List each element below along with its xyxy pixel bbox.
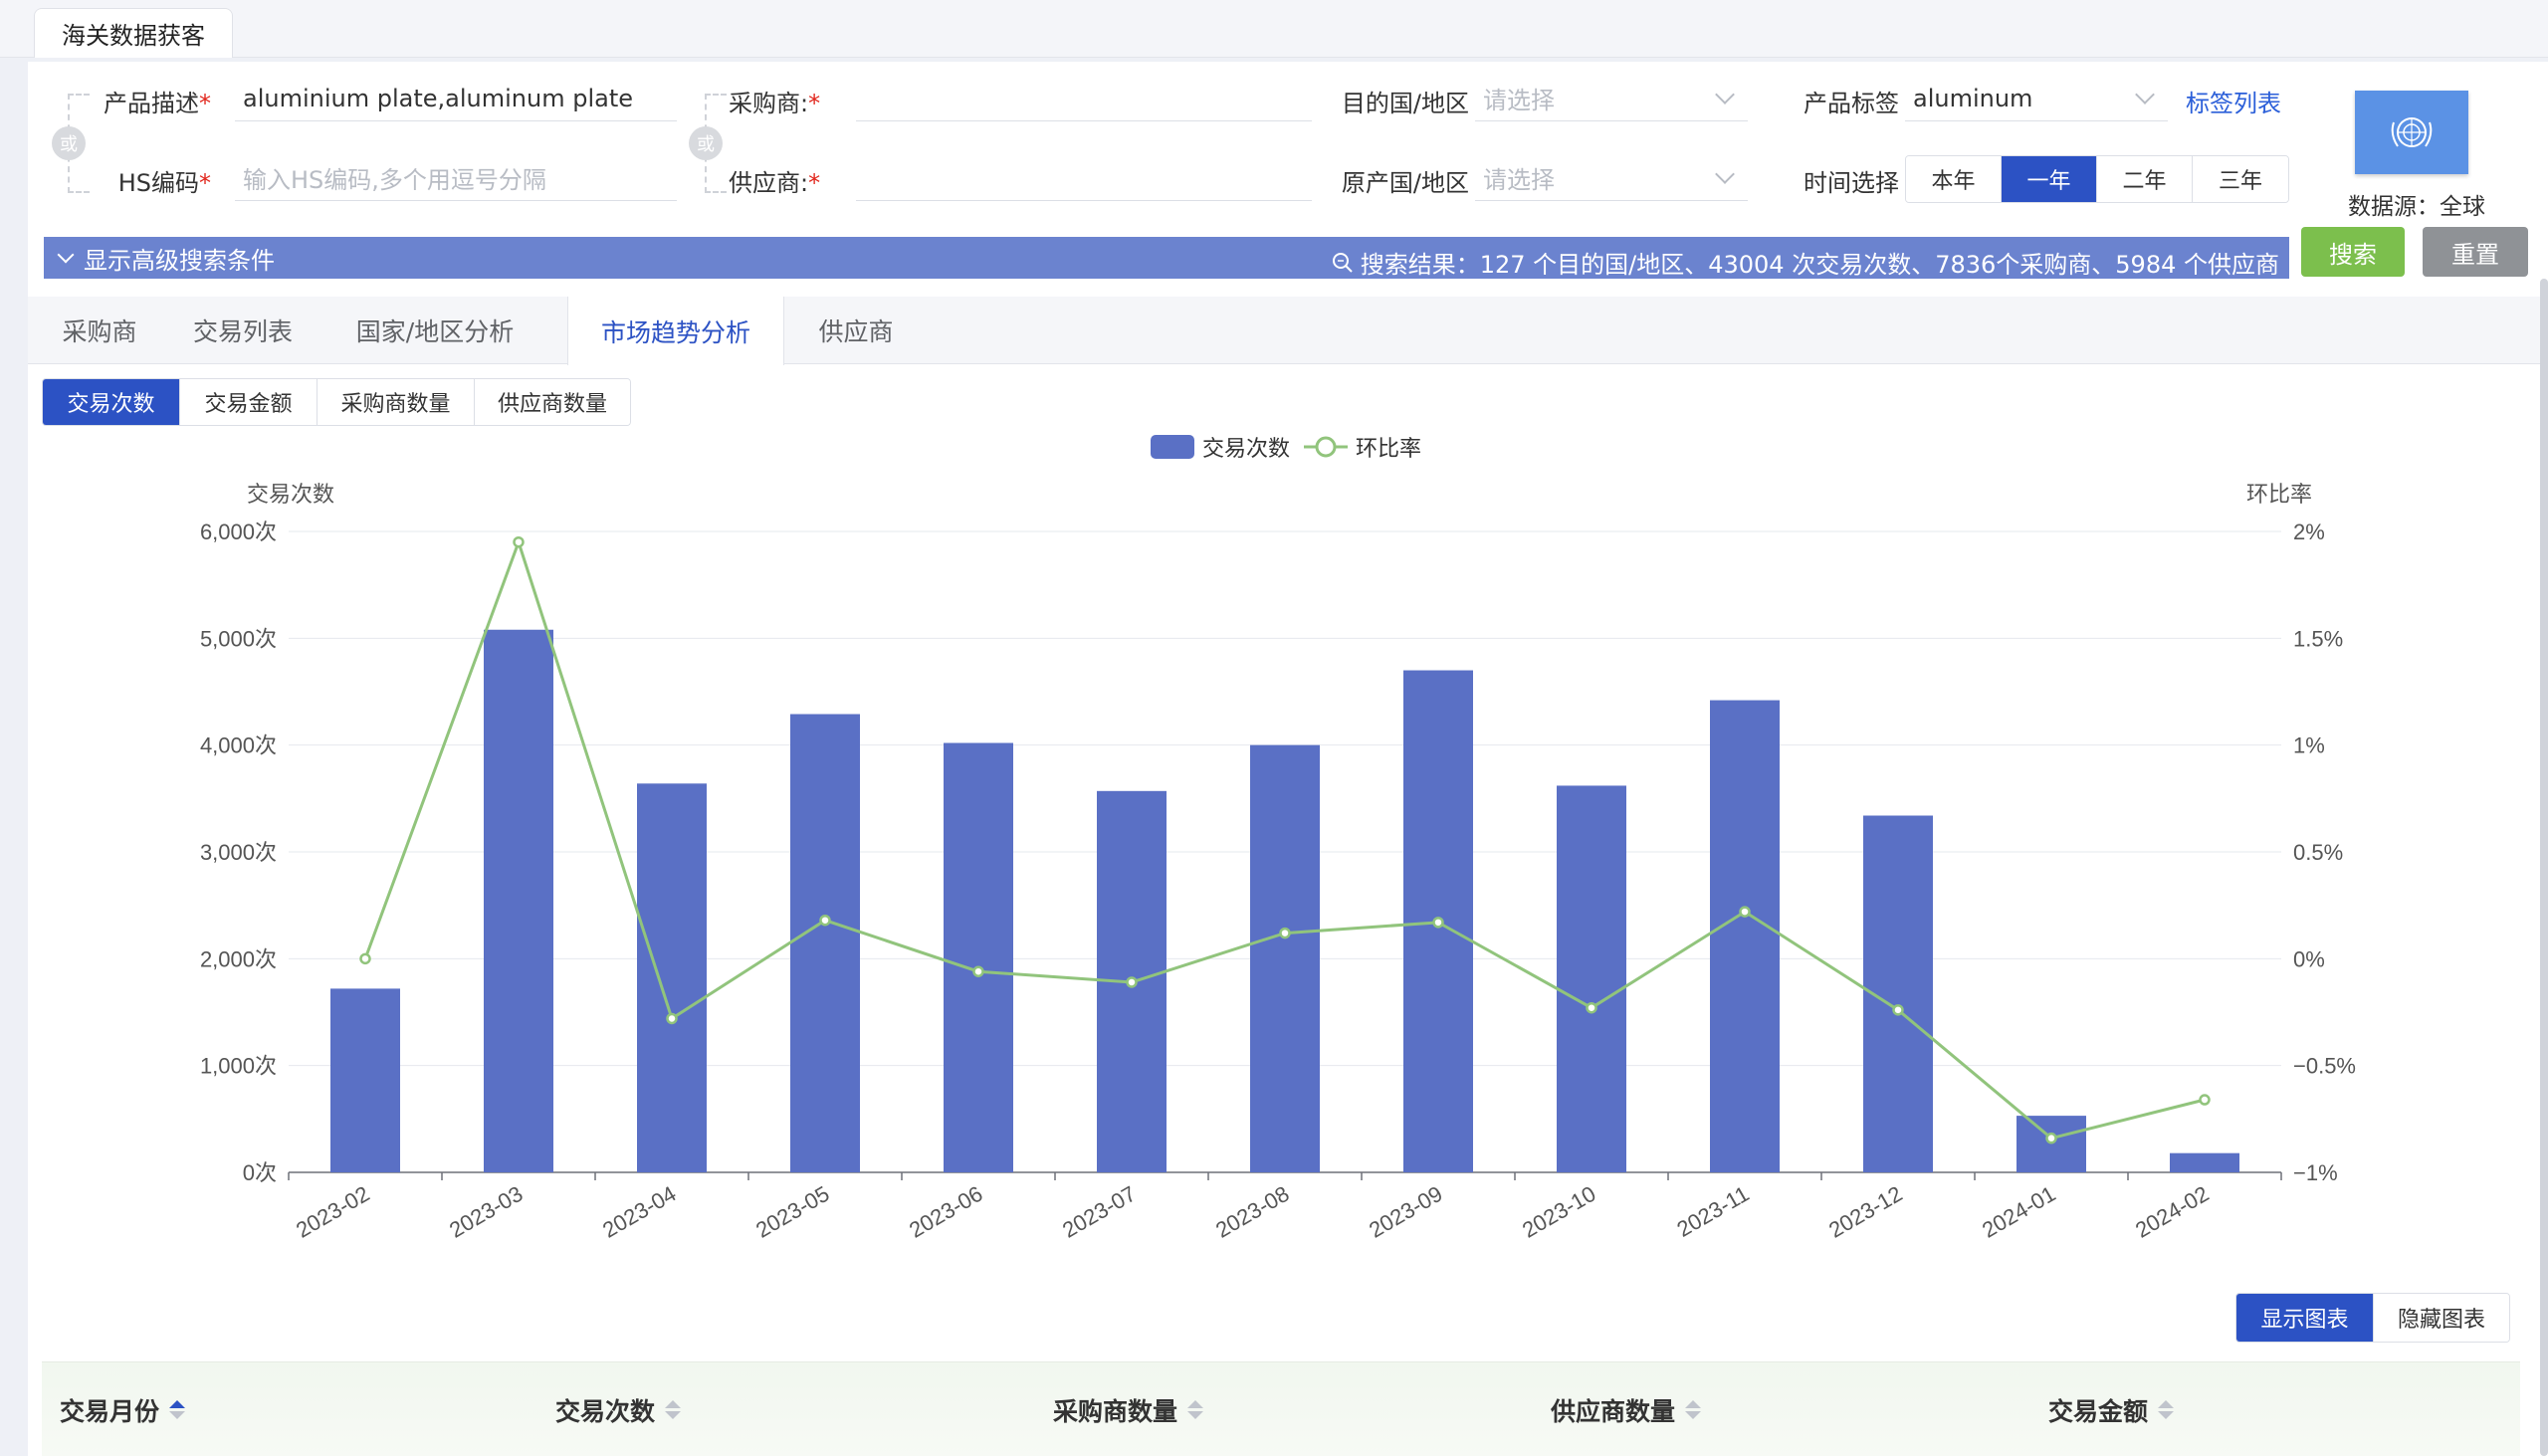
ratio-point-2023-08 xyxy=(1279,927,1291,939)
legend-line-label: 环比率 xyxy=(1356,436,1421,461)
y-right-tick-label: 0.5% xyxy=(2293,840,2343,865)
y-right-tick-label: 1.5% xyxy=(2293,626,2343,651)
x-tick-label: 2023-06 xyxy=(905,1181,986,1243)
th-supplier-count[interactable]: 供应商数量 xyxy=(1551,1362,1702,1456)
bar-2023-11 xyxy=(1710,700,1780,1172)
chart-visibility-toggle: 显示图表 隐藏图表 xyxy=(2235,1293,2510,1343)
bar-2023-02 xyxy=(330,988,400,1172)
y-left-tick-label: 6,000次 xyxy=(200,520,277,544)
x-tick-label: 2023-11 xyxy=(1672,1181,1753,1242)
legend-bar-swatch xyxy=(1151,435,1194,459)
bar-2024-01 xyxy=(2017,1116,2086,1172)
ratio-point-2023-10 xyxy=(1586,1001,1597,1014)
bar-2023-10 xyxy=(1557,785,1626,1172)
trend-chart: 0次 1,000次 2,000次 3,000次 4,000次 5,000次 6,000次 −1… xyxy=(200,435,2356,1243)
y-right-tick-label: 1% xyxy=(2293,733,2325,758)
sort-icon xyxy=(1685,1400,1702,1419)
y-right-axis-title: 环比率 xyxy=(2246,482,2312,507)
ratio-point-2023-11 xyxy=(1739,906,1751,918)
ratio-point-2023-12 xyxy=(1892,1004,1904,1016)
bar-2023-06 xyxy=(944,742,1013,1172)
ratio-point-2023-07 xyxy=(1126,976,1138,988)
ratio-point-2023-06 xyxy=(972,965,984,977)
view-button-0[interactable]: 显示图表 xyxy=(2236,1294,2374,1342)
scrollbar[interactable] xyxy=(2540,279,2548,1456)
trend-table-header: 交易月份 交易次数 采购商数量 供应商数量 交易金额 xyxy=(42,1361,2520,1456)
x-tick-label: 2023-10 xyxy=(1518,1181,1599,1243)
ratio-point-2024-01 xyxy=(2045,1132,2057,1144)
bar-2023-04 xyxy=(637,783,707,1172)
ratio-point-2023-05 xyxy=(819,914,831,927)
th-amount[interactable]: 交易金额 xyxy=(2048,1362,2175,1456)
ratio-point-2023-02 xyxy=(359,952,371,965)
x-tick-label: 2023-02 xyxy=(292,1181,373,1243)
y-right-tick-label: −1% xyxy=(2293,1160,2338,1185)
bar-2023-08 xyxy=(1250,744,1320,1172)
sort-icon xyxy=(2158,1400,2175,1419)
bar-2024-02 xyxy=(2170,1152,2239,1172)
x-tick-label: 2024-01 xyxy=(1978,1181,2059,1243)
x-tick-label: 2023-05 xyxy=(751,1181,833,1243)
x-tick-label: 2023-04 xyxy=(598,1181,680,1243)
ratio-point-2024-02 xyxy=(2199,1094,2211,1106)
x-tick-label: 2023-09 xyxy=(1365,1181,1446,1243)
bar-2023-03 xyxy=(484,629,553,1172)
y-left-tick-label: 0次 xyxy=(243,1160,277,1185)
y-left-tick-label: 5,000次 xyxy=(200,626,277,651)
x-tick-label: 2023-08 xyxy=(1211,1181,1293,1243)
x-tick-label: 2023-07 xyxy=(1058,1181,1140,1243)
x-tick-label: 2023-12 xyxy=(1824,1181,1906,1243)
y-right-tick-label: 2% xyxy=(2293,520,2325,544)
y-left-tick-label: 4,000次 xyxy=(200,733,277,758)
sort-icon xyxy=(169,1400,186,1419)
y-left-tick-label: 1,000次 xyxy=(200,1054,277,1079)
th-month[interactable]: 交易月份 xyxy=(60,1362,186,1456)
y-right-tick-label: −0.5% xyxy=(2293,1054,2356,1079)
legend-line-marker xyxy=(1315,436,1337,458)
sort-icon xyxy=(665,1400,682,1419)
view-button-1[interactable]: 隐藏图表 xyxy=(2374,1294,2509,1342)
th-buyer-count[interactable]: 采购商数量 xyxy=(1053,1362,1204,1456)
y-left-tick-label: 2,000次 xyxy=(200,946,277,971)
legend-bar-label: 交易次数 xyxy=(1202,436,1290,461)
x-tick-label: 2023-03 xyxy=(445,1181,527,1243)
ratio-point-2023-03 xyxy=(513,535,525,548)
y-left-tick-label: 3,000次 xyxy=(200,840,277,865)
sort-icon xyxy=(1187,1400,1204,1419)
bar-2023-05 xyxy=(790,714,860,1172)
ratio-point-2023-04 xyxy=(666,1012,678,1025)
th-transactions[interactable]: 交易次数 xyxy=(555,1362,682,1456)
ratio-point-2023-09 xyxy=(1432,917,1444,929)
y-right-tick-label: 0% xyxy=(2293,946,2325,971)
y-left-axis-title: 交易次数 xyxy=(247,482,334,507)
x-tick-label: 2024-02 xyxy=(2131,1181,2213,1243)
